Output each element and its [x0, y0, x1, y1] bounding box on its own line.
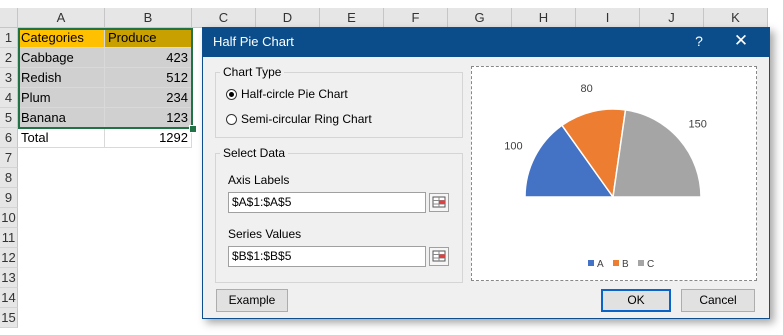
select-all-corner[interactable] — [0, 8, 18, 28]
row-header-1[interactable]: 1 — [0, 28, 18, 48]
column-header-f[interactable]: F — [384, 8, 448, 28]
column-header-b[interactable]: B — [105, 8, 192, 28]
cell-category[interactable]: Redish — [18, 68, 105, 88]
column-header-j[interactable]: J — [640, 8, 704, 28]
range-select-icon — [432, 196, 446, 208]
range-select-icon — [432, 250, 446, 262]
dialog-titlebar[interactable]: Half Pie Chart ? ✕ — [203, 28, 769, 57]
cell-value[interactable]: 512 — [105, 68, 192, 88]
row-header-4[interactable]: 4 — [0, 88, 18, 108]
cell-value[interactable]: 234 — [105, 88, 192, 108]
chart-preview: 100 80 150 A B C — [471, 66, 757, 281]
row-header-9[interactable]: 9 — [0, 188, 18, 208]
cell-value[interactable]: 423 — [105, 48, 192, 68]
row-header-3[interactable]: 3 — [0, 68, 18, 88]
legend-swatch — [588, 260, 594, 266]
cell-category[interactable]: Banana — [18, 108, 105, 128]
column-header-a[interactable]: A — [18, 8, 105, 28]
cell-total-label[interactable]: Total — [18, 128, 105, 148]
fill-handle[interactable] — [189, 125, 197, 133]
radio-unselected-icon — [226, 113, 237, 125]
legend-label: A — [597, 259, 604, 270]
cell-value[interactable]: 123 — [105, 108, 192, 128]
semi-circular-ring-radio[interactable]: Semi-circular Ring Chart — [226, 112, 372, 126]
column-header-c[interactable]: C — [192, 8, 256, 28]
cell-total-value[interactable]: 1292 — [105, 128, 192, 148]
row-header-15[interactable]: 15 — [0, 308, 18, 328]
cancel-button[interactable]: Cancel — [681, 289, 755, 312]
close-icon[interactable]: ✕ — [731, 31, 751, 53]
row-header-8[interactable]: 8 — [0, 168, 18, 188]
half-circle-pie-label: Half-circle Pie Chart — [241, 87, 348, 101]
data-label: 150 — [688, 119, 706, 131]
example-button[interactable]: Example — [216, 289, 288, 312]
series-values-range-button[interactable] — [429, 247, 449, 266]
half-pie-chart: 100 80 150 A B C — [504, 83, 707, 270]
chart-type-legend: Chart Type — [220, 65, 285, 79]
select-data-legend: Select Data — [220, 146, 289, 160]
select-data-group: Select Data Axis Labels $A$1:$A$5 Series… — [215, 146, 463, 283]
cell-category[interactable]: Cabbage — [18, 48, 105, 68]
semi-circular-ring-label: Semi-circular Ring Chart — [241, 112, 372, 126]
cell-category[interactable]: Plum — [18, 88, 105, 108]
dialog-title: Half Pie Chart — [213, 34, 294, 49]
row-header-14[interactable]: 14 — [0, 288, 18, 308]
chart-type-group: Chart Type Half-circle Pie Chart Semi-ci… — [215, 65, 463, 138]
axis-labels-label: Axis Labels — [228, 173, 290, 187]
row-header-13[interactable]: 13 — [0, 268, 18, 288]
row-header-2[interactable]: 2 — [0, 48, 18, 68]
row-header-10[interactable]: 10 — [0, 208, 18, 228]
axis-labels-field[interactable]: $A$1:$A$5 — [228, 192, 426, 213]
data-label: 100 — [504, 141, 522, 153]
ok-button[interactable]: OK — [601, 289, 671, 312]
legend-label: C — [647, 259, 654, 270]
legend-swatch — [638, 260, 644, 266]
half-pie-chart-dialog: Half Pie Chart ? ✕ Chart Type Half-circl… — [202, 27, 770, 319]
radio-selected-icon — [226, 88, 237, 100]
data-label: 80 — [580, 83, 592, 95]
legend-label: B — [622, 259, 629, 270]
column-header-d[interactable]: D — [256, 8, 320, 28]
row-header-11[interactable]: 11 — [0, 228, 18, 248]
series-values-label: Series Values — [228, 227, 302, 241]
cell-produce-header[interactable]: Produce — [105, 28, 192, 48]
axis-labels-range-button[interactable] — [429, 193, 449, 212]
help-icon[interactable]: ? — [691, 33, 707, 51]
column-header-h[interactable]: H — [512, 8, 576, 28]
legend-swatch — [613, 260, 619, 266]
column-header-e[interactable]: E — [320, 8, 384, 28]
series-values-field[interactable]: $B$1:$B$5 — [228, 246, 426, 267]
cell-categories-header[interactable]: Categories — [18, 28, 105, 48]
row-header-6[interactable]: 6 — [0, 128, 18, 148]
column-header-g[interactable]: G — [448, 8, 512, 28]
row-header-7[interactable]: 7 — [0, 148, 18, 168]
column-header-k[interactable]: K — [704, 8, 768, 28]
row-header-5[interactable]: 5 — [0, 108, 18, 128]
column-header-i[interactable]: I — [576, 8, 640, 28]
row-header-12[interactable]: 12 — [0, 248, 18, 268]
half-circle-pie-radio[interactable]: Half-circle Pie Chart — [226, 87, 348, 101]
